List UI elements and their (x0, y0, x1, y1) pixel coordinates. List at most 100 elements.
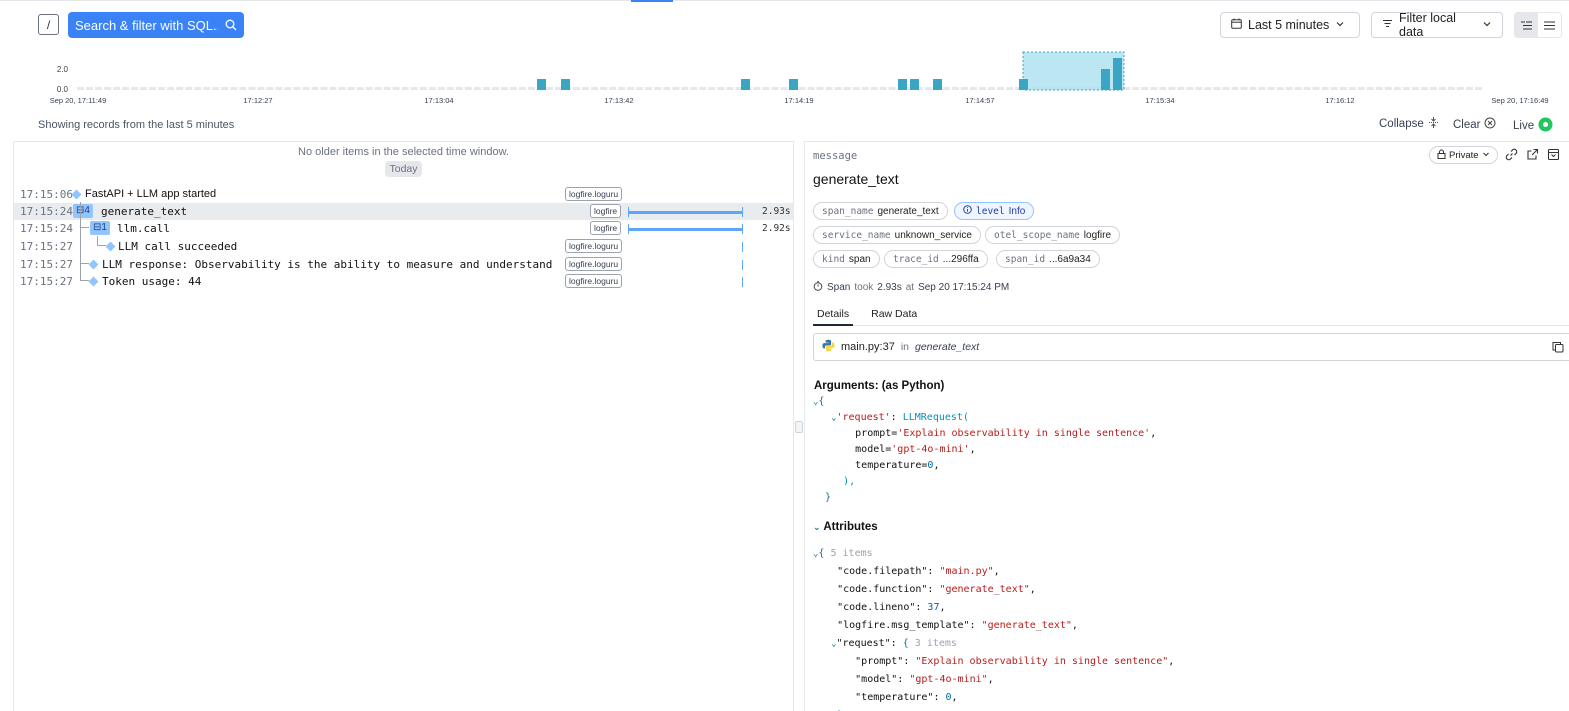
duration-tick (742, 242, 743, 252)
tree-connector (80, 263, 89, 281)
time-range-select[interactable]: Last 5 minutes (1220, 12, 1360, 38)
histogram-empty-bucket (1429, 87, 1437, 90)
histogram-empty-bucket (1177, 87, 1185, 90)
histogram-empty-bucket (726, 87, 734, 90)
chip-value: unknown_service (894, 229, 972, 241)
histogram-empty-bucket (573, 87, 581, 90)
log-row[interactable]: 17:15:27 Token usage: 44 logfire.loguru (14, 263, 793, 290)
histogram-empty-bucket (239, 87, 247, 90)
tab-details[interactable]: Details (813, 304, 854, 326)
attr-chip-kind[interactable]: kind span (813, 250, 880, 268)
histogram-empty-bucket (104, 87, 112, 90)
showing-records-text: Showing records from the last 5 minutes (38, 119, 235, 131)
histogram-empty-bucket (870, 87, 878, 90)
histogram-bar (898, 79, 907, 90)
attr-chip-span-name[interactable]: span_name generate_text (813, 202, 948, 220)
row-duration: 2.93s (762, 206, 791, 217)
collapse-button[interactable]: Collapse (1379, 117, 1439, 131)
row-timestamp: 17:15:06 (20, 188, 73, 201)
log-row[interactable]: 17:15:06 FastAPI + LLM app started logfi… (14, 186, 793, 203)
tree-view-icon[interactable] (1515, 13, 1538, 37)
histogram-empty-bucket (997, 87, 1004, 90)
row-timestamp: 17:15:27 (20, 275, 73, 288)
histogram-empty-bucket (816, 87, 824, 90)
histogram-empty-bucket (266, 87, 274, 90)
log-diamond-icon (71, 189, 82, 200)
attr-chip-service-name[interactable]: service_name unknown_service (813, 226, 981, 244)
source-file[interactable]: main.py:37 (841, 341, 895, 353)
attributes-heading[interactable]: ⌄ Attributes (813, 521, 878, 533)
histogram-empty-bucket (212, 87, 220, 90)
histogram-empty-bucket (1240, 87, 1248, 90)
external-link-icon[interactable] (1526, 148, 1539, 164)
collapse-children-button[interactable]: ⊟1 (90, 221, 110, 235)
log-row[interactable]: 17:15:24 ⊟1 llm.call logfire 2.92s (14, 219, 793, 237)
histogram-empty-bucket (140, 87, 148, 90)
histogram-empty-bucket (464, 87, 472, 90)
link-icon[interactable] (1505, 148, 1518, 164)
view-toggle[interactable] (1514, 12, 1562, 38)
histogram-empty-bucket (798, 87, 806, 90)
histogram-empty-bucket (1267, 87, 1275, 90)
histogram-empty-bucket (410, 87, 418, 90)
attributes-label: Attributes (823, 521, 878, 533)
histogram-empty-bucket (1222, 87, 1230, 90)
histogram-empty-bucket (861, 87, 869, 90)
histogram-empty-bucket (149, 87, 157, 90)
histogram-empty-bucket (1168, 87, 1176, 90)
active-indicator (631, 0, 673, 2)
histogram-empty-bucket (338, 87, 346, 90)
histogram-empty-bucket (681, 87, 689, 90)
collapse-label: Collapse (1379, 118, 1424, 130)
clear-button[interactable]: Clear (1453, 117, 1496, 132)
histogram-empty-bucket (879, 87, 887, 90)
chevron-down-icon (1482, 18, 1492, 32)
histogram-bar (561, 79, 570, 90)
span-word: Span (827, 282, 851, 293)
log-row[interactable]: 17:15:27 LLM response: Observability is … (14, 202, 793, 273)
histogram-empty-bucket (987, 87, 995, 90)
slash-shortcut-button[interactable]: / (38, 14, 59, 35)
log-row-selected[interactable]: 17:15:24 ⊟4 generate_text logfire 2.93s (14, 203, 793, 220)
row-message: Token usage: 44 (102, 275, 202, 288)
histogram-empty-bucket (843, 87, 851, 90)
private-dropdown[interactable]: Private (1429, 146, 1498, 164)
duration-bar (628, 211, 742, 214)
attr-chip-trace-id[interactable]: trace_id ...296ffa (884, 250, 988, 268)
row-scope-tag: logfire.loguru (565, 187, 623, 201)
panel-resize-handle[interactable] (795, 421, 803, 433)
chip-key: span_name (822, 205, 874, 217)
histogram-empty-bucket (95, 87, 102, 90)
histogram-empty-bucket (131, 87, 139, 90)
x-tick-label: 17:14:57 (965, 96, 994, 105)
histogram-empty-bucket (230, 87, 238, 90)
filter-local-data-button[interactable]: Filter local data (1371, 11, 1503, 39)
histogram-empty-bucket (1150, 87, 1158, 90)
records-histogram[interactable]: 2.0 0.0 Sep 20, 17:11:49 17:12:27 17:13:04… (0, 48, 1569, 110)
histogram-empty-bucket (293, 87, 301, 90)
attr-chip-level[interactable]: level Info (954, 202, 1035, 220)
list-view-icon[interactable] (1538, 13, 1561, 37)
duration-bar-end (742, 224, 743, 234)
source-location[interactable]: main.py:37 in generate_text (813, 333, 1569, 361)
row-message: llm.call (117, 222, 170, 235)
filter-label: Filter local data (1399, 11, 1456, 39)
collapse-panel-icon[interactable] (1547, 148, 1560, 164)
histogram-empty-bucket (951, 87, 959, 90)
histogram-empty-bucket (509, 87, 517, 90)
tree-connector (97, 236, 106, 246)
histogram-empty-bucket (491, 87, 499, 90)
copy-icon[interactable] (1552, 341, 1564, 356)
search-icon[interactable] (218, 19, 244, 31)
search-input[interactable]: Search & filter with SQL... (68, 12, 244, 38)
chip-key: service_name (822, 229, 891, 241)
log-row[interactable]: 17:15:27 LLM call succeeded logfire.logu… (14, 236, 793, 255)
attr-chip-otel-scope[interactable]: otel_scope_name logfire (985, 226, 1121, 244)
detail-header-actions (1505, 148, 1560, 164)
live-toggle[interactable]: Live (1513, 117, 1553, 135)
tab-raw-data[interactable]: Raw Data (867, 304, 921, 325)
source-function: generate_text (915, 341, 980, 353)
lock-icon (1437, 149, 1446, 162)
histogram-empty-bucket (924, 87, 932, 90)
attr-chip-span-id[interactable]: span_id ...6a9a34 (996, 250, 1100, 268)
